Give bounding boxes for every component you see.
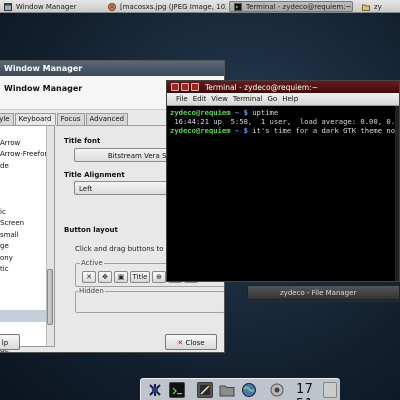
taskbar-item-browser[interactable]: [macosxs.jpg (JPEG Image, 1024... <box>104 1 226 12</box>
menu-view[interactable]: View <box>211 95 228 105</box>
close-button-label: Close <box>185 339 205 347</box>
dialog-buttons: lp ✕ Close <box>0 334 224 352</box>
file-manager-edge <box>247 300 400 302</box>
title-alignment-label: Title Alignment <box>64 171 125 179</box>
close-icon: ✕ <box>177 339 184 347</box>
taskbar-item-label: zy <box>374 2 382 11</box>
terminal-menubar: File Edit View Terminal Go Help <box>167 93 399 106</box>
terminal-line: 16:44:21 up 5:58, 1 user, load average: … <box>170 117 400 126</box>
terminal-window: Terminal - zydeco@requiem:~ File Edit Vi… <box>166 80 400 282</box>
taskbar-item-window-manager[interactable]: Window Manager <box>0 1 100 12</box>
help-button-label: lp <box>1 339 9 347</box>
terminal-icon <box>234 2 242 11</box>
menu-terminal[interactable]: Terminal <box>233 95 263 105</box>
page-title: Window Manager <box>4 84 83 93</box>
folder-icon[interactable] <box>219 382 235 398</box>
clock: 17 51 <box>296 382 314 400</box>
tab-focus[interactable]: Focus <box>56 113 85 125</box>
minimize-icon[interactable] <box>181 83 189 91</box>
terminal-output[interactable]: zydeco@requiem ~ $ uptime 16:44:21 up 5:… <box>170 108 400 281</box>
prompt-path: ~ <box>234 126 240 135</box>
terminal-icon[interactable] <box>169 382 185 398</box>
terminal-titlebar[interactable]: Terminal - zydeco@requiem:~ <box>167 81 399 93</box>
zoom-icon: ⊕ <box>156 273 162 281</box>
close-icon: ✕ <box>86 273 92 281</box>
notes-icon[interactable] <box>197 382 213 398</box>
window-title: Window Manager <box>4 64 83 73</box>
tab-keyboard[interactable]: Keyboard <box>14 113 56 125</box>
terminal-line: zydeco@requiem ~ $ it's time for a dark … <box>170 126 400 135</box>
move-icon: ✥ <box>102 273 108 281</box>
menu-file[interactable]: File <box>176 95 188 105</box>
taskbar-item-label: Window Manager <box>16 2 77 11</box>
button-layout-hint: Click and drag buttons to cha <box>75 245 179 253</box>
prompt-path: ~ <box>234 108 240 117</box>
menu-edit[interactable]: Edit <box>193 95 207 105</box>
monitor-icon[interactable] <box>269 382 285 398</box>
taskbar-item-label: Terminal - zydeco@requiem:~ <box>246 2 352 11</box>
terminal-scrollbar[interactable] <box>395 106 399 281</box>
maximize-icon[interactable] <box>191 83 199 91</box>
prompt-user: zydeco@requiem <box>170 108 231 117</box>
tab-advanced[interactable]: Advanced <box>85 113 129 125</box>
dock: 17 51 <box>140 378 340 400</box>
window-titlebar[interactable]: Window Manager <box>0 61 224 76</box>
folder-icon <box>362 3 370 11</box>
close-button-chip[interactable]: ✕ <box>82 271 96 283</box>
terminal-line: zydeco@requiem ~ $ uptime <box>170 108 399 117</box>
tab-style[interactable]: Style <box>0 113 14 125</box>
window-icon <box>4 2 12 11</box>
title-chip[interactable]: Title <box>130 271 150 283</box>
close-button[interactable]: ✕ Close <box>165 334 217 350</box>
terminal-output-text: 16:44:21 up 5:58, 1 user, load average: … <box>170 117 400 126</box>
hidden-label: Hidden <box>78 287 105 295</box>
taskbar: Window Manager [macosxs.jpg (JPEG Image,… <box>0 0 400 13</box>
window-menu-icon[interactable] <box>171 83 179 91</box>
file-manager-title: zydeco - File Manager <box>280 289 357 297</box>
terminal-command: uptime <box>247 108 279 117</box>
menu-icon: ▣ <box>117 273 125 281</box>
globe-icon[interactable] <box>241 382 257 398</box>
bug-icon[interactable] <box>147 382 163 398</box>
title-font-label: Title font <box>64 137 101 145</box>
title-chip-label: Title <box>132 273 148 281</box>
file-manager-titlebar[interactable]: zydeco - File Manager <box>247 285 400 300</box>
tab-bar: Style Keyboard Focus Advanced <box>0 113 129 125</box>
scrollbar-thumb[interactable] <box>47 269 53 325</box>
taskbar-item-label: [macosxs.jpg (JPEG Image, 1024... <box>120 2 226 11</box>
menu-go[interactable]: Go <box>268 95 278 105</box>
button-layout-label: Button layout <box>64 226 118 234</box>
menu-button-chip[interactable]: ▣ <box>114 271 128 283</box>
help-button[interactable]: lp <box>0 334 20 350</box>
move-button-chip[interactable]: ✥ <box>98 271 112 283</box>
hidden-buttons-frame: Hidden <box>75 287 224 313</box>
active-label: Active <box>80 259 104 267</box>
terminal-title: Terminal - zydeco@requiem:~ <box>205 83 318 92</box>
browser-icon <box>108 2 116 11</box>
zoom-button-chip[interactable]: ⊕ <box>152 271 166 283</box>
taskbar-item-terminal[interactable]: Terminal - zydeco@requiem:~ <box>229 1 353 12</box>
taskbar-item-file-manager[interactable]: zy <box>358 1 400 12</box>
terminal-command: it's time for a dark GTK theme now <box>247 126 400 135</box>
menu-help[interactable]: Help <box>282 95 298 105</box>
prompt-user: zydeco@requiem <box>170 126 231 135</box>
